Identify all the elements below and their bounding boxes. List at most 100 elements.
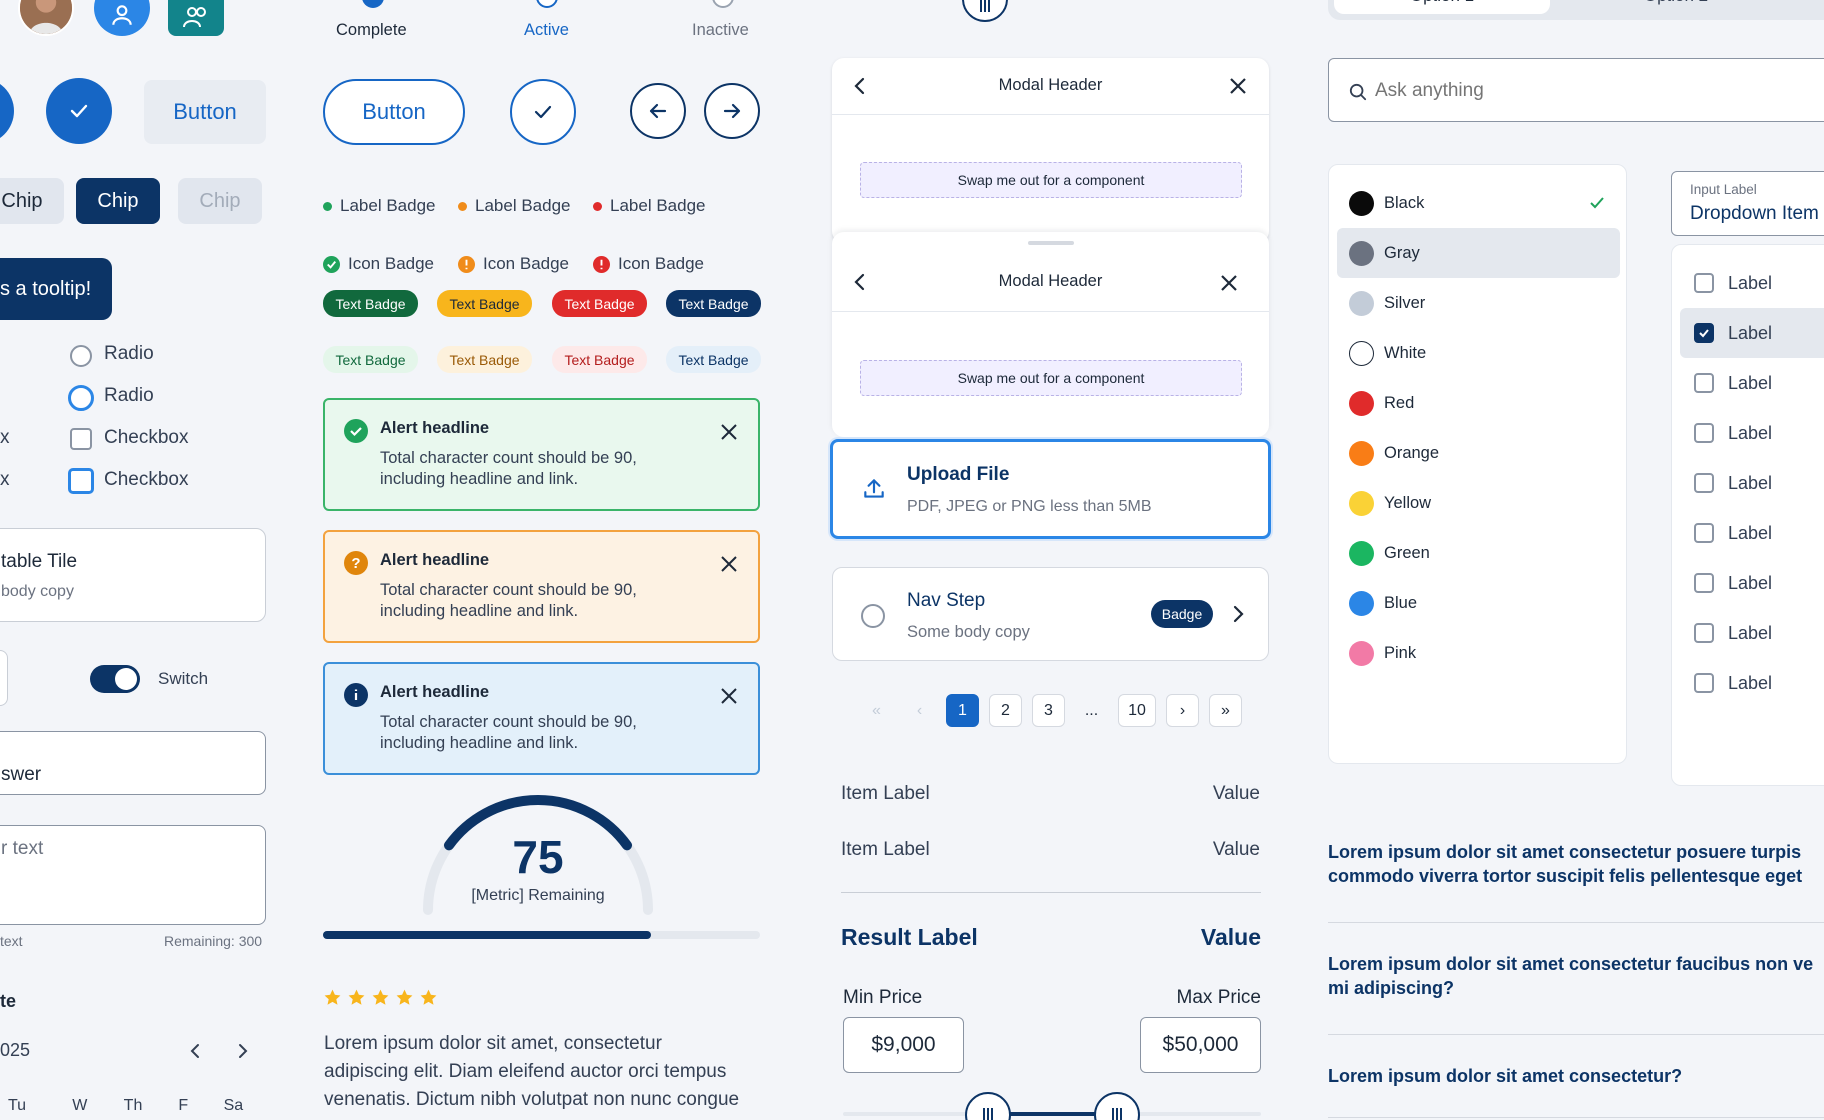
checkbox-unchecked[interactable] [1694,673,1714,693]
color-option-green[interactable]: Green [1329,528,1628,578]
slider-handle[interactable] [962,0,1008,22]
range-track[interactable] [843,1112,1261,1116]
page-3-button[interactable]: 3 [1032,694,1065,727]
selectable-tile[interactable]: table Tile body copy [0,528,266,622]
color-option-red[interactable]: Red [1329,378,1628,428]
star-icon[interactable] [323,988,342,1007]
next-month-button[interactable] [234,1042,250,1060]
color-option-yellow[interactable]: Yellow [1329,478,1628,528]
answer-input[interactable]: swer [0,731,266,795]
faq-item[interactable]: Lorem ipsum dolor sit amet consectetur f… [1328,952,1824,1000]
chip-selected[interactable]: Chip [76,178,160,224]
chevron-left-icon [190,1044,199,1058]
checkbox-option[interactable]: Label [1672,558,1824,608]
checkbox-unchecked[interactable] [1694,623,1714,643]
checkbox-unchecked[interactable] [1694,473,1714,493]
checkbox-checked[interactable] [1694,323,1714,343]
faq-item[interactable]: Lorem ipsum dolor sit amet consectetur? [1328,1064,1824,1088]
close-icon[interactable] [719,554,739,574]
chip-outline[interactable]: Chip [0,178,64,224]
star-icon[interactable] [347,988,366,1007]
sheet-grabber[interactable] [1028,241,1074,245]
faq-item[interactable]: Lorem ipsum dolor sit amet consectetur p… [1328,840,1824,888]
outline-check-button[interactable] [510,79,576,145]
checkbox-focused[interactable] [68,468,94,494]
checkbox-option[interactable]: Label [1672,258,1824,308]
input-fragment[interactable] [0,650,8,706]
max-price-input[interactable]: $50,000 [1140,1017,1261,1073]
checkbox-unchecked[interactable] [1694,273,1714,293]
search-input[interactable] [1375,77,1775,105]
textarea[interactable]: r text [0,825,266,925]
radio-unchecked[interactable] [70,345,92,367]
label-badge-warning: Label Badge [458,196,570,216]
avatar-user[interactable] [94,0,150,36]
checkbox-unchecked[interactable] [1694,373,1714,393]
color-option-silver[interactable]: Silver [1329,278,1628,328]
faq-divider [1328,1117,1824,1118]
checkbox-unchecked[interactable] [70,428,92,450]
paragraph-line: adipiscing elit. Diam eleifend auctor or… [324,1061,727,1082]
checkbox-option[interactable]: Label [1672,658,1824,708]
remaining-count: Remaining: 300 [164,933,263,949]
next-page-button[interactable]: › [1166,694,1199,727]
modal-2: Modal Header Swap me out for a component [832,232,1269,437]
prev-page-button[interactable]: ‹ [903,694,936,727]
min-price-input[interactable]: $9,000 [843,1017,964,1073]
color-option-pink[interactable]: Pink [1329,628,1628,678]
outline-button[interactable]: Button [323,79,465,145]
star-icon[interactable] [371,988,390,1007]
chip-disabled[interactable]: Chip [178,178,262,224]
result-value: Value [1200,924,1261,950]
last-page-button[interactable]: » [1209,694,1242,727]
switch[interactable] [90,665,140,693]
checkbox-option[interactable]: Label [1680,308,1824,358]
primary-circle-button[interactable] [0,78,14,144]
prev-month-button[interactable] [188,1042,204,1060]
secondary-button[interactable]: Button [144,80,266,144]
star-icon[interactable] [419,988,438,1007]
close-icon[interactable] [1228,76,1248,96]
color-option-orange[interactable]: Orange [1329,428,1628,478]
checkbox-unchecked[interactable] [1694,423,1714,443]
page-1-button[interactable]: 1 [946,694,979,727]
back-arrow-button[interactable] [630,83,686,139]
color-option-black[interactable]: Black [1329,178,1628,228]
radio-focused[interactable] [68,385,94,411]
weekday: Th [123,1097,143,1114]
checkbox-option[interactable]: Label [1672,408,1824,458]
checkbox-unchecked[interactable] [1694,573,1714,593]
nav-step-card[interactable]: Nav Step Some body copy Badge [832,567,1269,661]
page-10-button[interactable]: 10 [1118,694,1156,727]
checkbox-option-label: Label [1728,522,1773,543]
radio-label: Radio [104,343,154,364]
color-option-white[interactable]: White [1329,328,1628,378]
star-icon[interactable] [395,988,414,1007]
first-page-button[interactable]: « [860,694,893,727]
weekday: Tu [8,1097,27,1114]
checkbox-option[interactable]: Label [1672,508,1824,558]
color-option-blue[interactable]: Blue [1329,578,1628,628]
range-handle-min[interactable] [965,1092,1011,1120]
search-field[interactable] [1328,58,1824,122]
range-handle-max[interactable] [1094,1092,1140,1120]
upload-file-card[interactable]: Upload File PDF, JPEG or PNG less than 5… [830,439,1271,539]
segment-option-1[interactable]: Option 1 [1334,0,1550,14]
close-icon[interactable] [719,422,739,442]
star-rating[interactable] [323,988,438,1007]
avatar-group[interactable] [168,0,224,36]
checkbox-option[interactable]: Label [1672,358,1824,408]
page-2-button[interactable]: 2 [989,694,1022,727]
checkbox-option[interactable]: Label [1672,458,1824,508]
checkbox-option[interactable]: Label [1672,608,1824,658]
segment-option-2[interactable]: Option 2 [1568,0,1784,14]
forward-arrow-button[interactable] [704,83,760,139]
color-option-gray[interactable]: Gray [1337,228,1620,278]
close-icon[interactable] [719,686,739,706]
dropdown[interactable]: Input Label Dropdown Item [1671,171,1824,236]
avatar-photo[interactable] [18,0,74,36]
check-circle-button[interactable] [46,78,112,144]
close-icon[interactable] [1219,273,1239,293]
grip-icon [980,0,990,12]
checkbox-unchecked[interactable] [1694,523,1714,543]
